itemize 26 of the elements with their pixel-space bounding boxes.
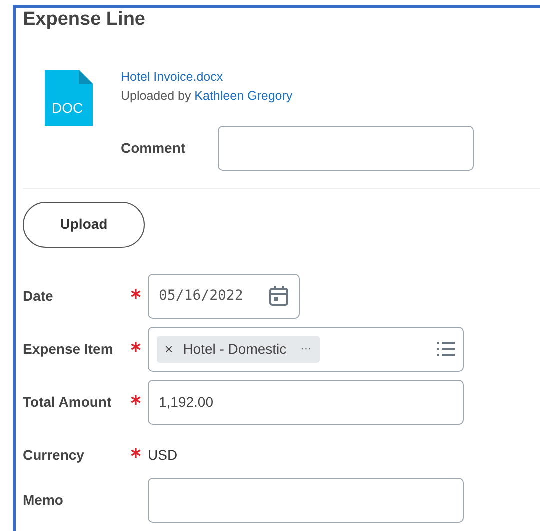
section-title: Expense Line [23, 8, 146, 32]
comment-label: Comment [121, 138, 186, 158]
field-label: Date [23, 286, 54, 306]
date-field[interactable]: 05/16/2022 [148, 274, 300, 319]
file-link[interactable]: Hotel Invoice.docx [121, 68, 224, 87]
token-text: Hotel - Domestic [183, 340, 287, 359]
field-label: Total Amount [23, 392, 113, 412]
date-value: 05/16/2022 [159, 286, 244, 306]
upload-button[interactable]: Upload [23, 202, 145, 248]
expense-item-field[interactable]: × Hotel - Domestic ··· [148, 326, 464, 372]
text-field[interactable] [148, 478, 464, 523]
selected-token[interactable]: × Hotel - Domestic ··· [157, 336, 320, 363]
list-icon[interactable] [437, 342, 455, 356]
field-label: Currency [23, 446, 86, 465]
more-icon[interactable]: ··· [300, 341, 312, 358]
text-field[interactable]: 1,192.00 [148, 380, 464, 425]
document-icon [45, 70, 93, 126]
field-value: USD [148, 446, 178, 465]
field-label: Memo [23, 490, 64, 510]
field-label: Expense Item [23, 340, 114, 359]
file-type-label: DOC [52, 99, 84, 118]
uploaded-by-text: Uploaded by [121, 89, 192, 103]
comment-field[interactable] [218, 126, 474, 171]
uploader-link[interactable]: Kathleen Gregory [194, 89, 293, 103]
calendar-icon[interactable] [269, 285, 289, 308]
remove-icon[interactable]: × [165, 338, 174, 360]
